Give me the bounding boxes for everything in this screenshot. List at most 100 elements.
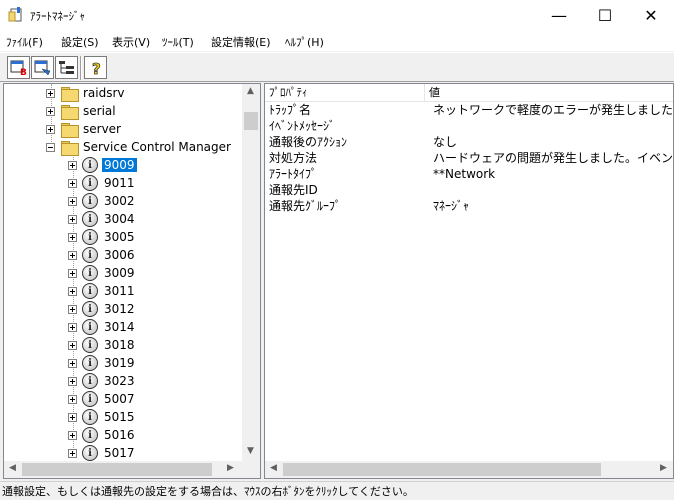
collapse-icon[interactable]: [46, 142, 55, 152]
tree-item-3004[interactable]: i 3004: [68, 210, 137, 228]
tree-view[interactable]: raidsrv serial server Service Control Ma…: [3, 83, 261, 479]
info-icon: i: [82, 355, 98, 371]
tree-item-5016[interactable]: i 5016: [68, 426, 137, 444]
list-row[interactable]: 通報先ID: [265, 182, 673, 198]
tree-label: 5007: [104, 392, 135, 406]
expand-icon[interactable]: [68, 358, 77, 368]
property-name: 対処方法: [269, 151, 318, 165]
expand-icon[interactable]: [68, 214, 77, 224]
property-list[interactable]: ﾌﾟﾛﾊﾟﾃｨ 値 ﾄﾗｯﾌﾟ名 ネットワークで軽度のエラーが発生しました ｲﾍﾞﾝ…: [264, 83, 674, 479]
scroll-thumb[interactable]: [283, 463, 601, 476]
tree-item-3005[interactable]: i 3005: [68, 228, 137, 246]
expand-icon[interactable]: [68, 412, 77, 422]
expand-icon[interactable]: [68, 448, 77, 458]
folder-icon: [61, 104, 79, 120]
report-settings-button[interactable]: B: [7, 56, 30, 79]
column-header-property[interactable]: ﾌﾟﾛﾊﾟﾃｨ: [265, 84, 425, 102]
column-header-value[interactable]: 値: [425, 84, 673, 102]
tree-label: 3014: [104, 320, 135, 334]
menu-view[interactable]: 表示(V): [112, 34, 150, 50]
expand-icon[interactable]: [46, 124, 55, 134]
help-button[interactable]: ?: [84, 56, 107, 79]
expand-icon[interactable]: [68, 340, 77, 350]
maximize-button[interactable]: ☐: [582, 0, 628, 31]
menu-help[interactable]: ﾍﾙﾌﾟ(H): [285, 34, 324, 50]
expand-icon[interactable]: [68, 250, 77, 260]
list-row[interactable]: 通報後のｱｸｼｮﾝ なし: [265, 134, 673, 150]
scroll-up-icon[interactable]: ▲: [242, 86, 259, 96]
menu-config-info[interactable]: 設定情報(E): [211, 34, 271, 50]
expand-icon[interactable]: [68, 268, 77, 278]
list-row[interactable]: ｲﾍﾞﾝﾄﾒｯｾｰｼﾞ: [265, 118, 673, 134]
scroll-thumb[interactable]: [22, 463, 212, 476]
tree-item-5017[interactable]: i 5017: [68, 444, 137, 462]
property-value: ネットワークで軽度のエラーが発生しました: [433, 103, 673, 117]
expand-icon[interactable]: [68, 286, 77, 296]
tree-label: 3018: [104, 338, 135, 352]
report-destination-button[interactable]: [31, 56, 54, 79]
property-value: ﾏﾈｰｼﾞｬ: [433, 199, 470, 213]
list-horizontal-scrollbar[interactable]: ◀ ▶: [265, 461, 673, 478]
tree-label: 3005: [104, 230, 135, 244]
list-row[interactable]: 対処方法 ハードウェアの問題が発生しました。イベントビューアで: [265, 150, 673, 166]
tree-label: 3006: [104, 248, 135, 262]
tree-item-3014[interactable]: i 3014: [68, 318, 137, 336]
tree-item-3006[interactable]: i 3006: [68, 246, 137, 264]
expand-icon[interactable]: [68, 430, 77, 440]
tree-label: 3004: [104, 212, 135, 226]
tree-item-9011[interactable]: i 9011: [68, 174, 137, 192]
expand-icon[interactable]: [68, 232, 77, 242]
property-name: 通報先ID: [269, 183, 318, 197]
toolbar-separator: [80, 56, 82, 80]
scroll-left-icon[interactable]: ◀: [265, 463, 282, 473]
expand-icon[interactable]: [68, 160, 77, 170]
tree-label: 5016: [104, 428, 135, 442]
tree-item-3023[interactable]: i 3023: [68, 372, 137, 390]
expand-icon[interactable]: [68, 376, 77, 386]
expand-icon[interactable]: [68, 304, 77, 314]
tree-item-3018[interactable]: i 3018: [68, 336, 137, 354]
scroll-right-icon[interactable]: ▶: [222, 463, 239, 473]
scroll-left-icon[interactable]: ◀: [4, 463, 21, 473]
tree-label: serial: [83, 104, 116, 118]
tree-vertical-scrollbar[interactable]: ▲ ▼: [242, 84, 260, 461]
tree-item-3011[interactable]: i 3011: [68, 282, 137, 300]
property-name: ｱﾗｰﾄﾀｲﾌﾟ: [269, 167, 318, 181]
list-row[interactable]: ｱﾗｰﾄﾀｲﾌﾟ **Network: [265, 166, 673, 182]
folder-icon: [61, 86, 79, 102]
tree-folder-service-control-manager[interactable]: Service Control Manager: [46, 138, 233, 156]
tree-item-3012[interactable]: i 3012: [68, 300, 137, 318]
expand-icon[interactable]: [68, 394, 77, 404]
tree-view-icon: [58, 60, 74, 74]
property-value: ハードウェアの問題が発生しました。イベントビューアで: [433, 151, 673, 165]
scroll-thumb[interactable]: [244, 112, 258, 130]
menu-tools[interactable]: ﾂｰﾙ(T): [162, 34, 194, 50]
scroll-down-icon[interactable]: ▼: [242, 446, 259, 456]
list-row[interactable]: 通報先ｸﾞﾙｰﾌﾟ ﾏﾈｰｼﾞｬ: [265, 198, 673, 214]
tree-item-5015[interactable]: i 5015: [68, 408, 137, 426]
close-button[interactable]: ✕: [628, 0, 674, 31]
expand-icon[interactable]: [46, 106, 55, 116]
tree-item-5007[interactable]: i 5007: [68, 390, 137, 408]
tree-folder-raidsrv[interactable]: raidsrv: [46, 84, 127, 102]
tree-horizontal-scrollbar[interactable]: ◀ ▶: [4, 461, 242, 478]
info-icon: i: [82, 211, 98, 227]
expand-icon[interactable]: [46, 88, 55, 98]
tree-label: 3012: [104, 302, 135, 316]
tree-folder-server[interactable]: server: [46, 120, 123, 138]
tree-item-3019[interactable]: i 3019: [68, 354, 137, 372]
tree-item-9009[interactable]: i 9009: [68, 156, 138, 174]
tree-folder-serial[interactable]: serial: [46, 102, 118, 120]
minimize-button[interactable]: —: [536, 0, 582, 31]
tree-view-button[interactable]: [55, 56, 78, 79]
list-row[interactable]: ﾄﾗｯﾌﾟ名 ネットワークで軽度のエラーが発生しました: [265, 102, 673, 118]
expand-icon[interactable]: [68, 196, 77, 206]
tree-item-3002[interactable]: i 3002: [68, 192, 137, 210]
scroll-right-icon[interactable]: ▶: [655, 463, 672, 473]
expand-icon[interactable]: [68, 178, 77, 188]
menu-file[interactable]: ﾌｧｲﾙ(F): [6, 34, 43, 50]
expand-icon[interactable]: [68, 322, 77, 332]
tree-item-3009[interactable]: i 3009: [68, 264, 137, 282]
maximize-icon: ☐: [597, 6, 613, 25]
menu-settings[interactable]: 設定(S): [61, 34, 99, 50]
